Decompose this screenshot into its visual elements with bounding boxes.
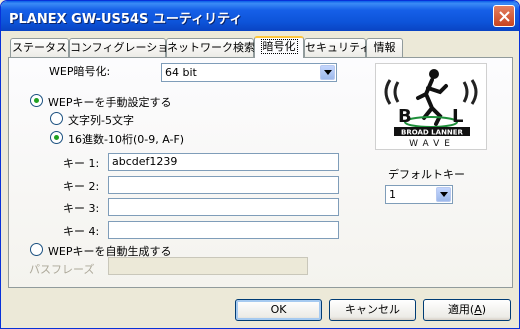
hex-key-radio[interactable] — [50, 131, 63, 144]
key1-label: キー 1: — [63, 157, 100, 170]
key3-input[interactable] — [108, 198, 339, 216]
key2-input[interactable] — [108, 176, 339, 194]
tab-configuration[interactable]: コンフィグレーション — [69, 38, 179, 57]
apply-accelerator: A — [474, 303, 482, 316]
chevron-down-icon — [324, 70, 332, 75]
radio-selected-dot — [54, 135, 59, 140]
tab-status[interactable]: ステータス — [10, 38, 69, 57]
close-button[interactable] — [493, 5, 515, 27]
radio-selected-dot — [34, 98, 39, 103]
key4-input[interactable] — [108, 221, 339, 239]
close-icon — [499, 11, 510, 22]
tab-label: セキュリティ — [305, 41, 371, 54]
tab-encryption[interactable]: 暗号化 — [254, 36, 304, 58]
tab-label: ステータス — [12, 41, 67, 54]
wep-encryption-select[interactable]: 64 bit — [161, 63, 337, 82]
auto-wep-radio[interactable] — [30, 243, 43, 256]
tab-info[interactable]: 情報 — [366, 38, 403, 57]
cancel-button[interactable]: キャンセル — [329, 299, 416, 321]
window-title: PLANEX GW-US54S ユーティリティ — [9, 12, 243, 27]
manual-wep-radio[interactable] — [30, 94, 43, 107]
dropdown-button[interactable] — [436, 187, 451, 202]
key3-label: キー 3: — [63, 202, 100, 215]
default-key-label: デフォルトキー — [388, 168, 465, 181]
tab-security[interactable]: セキュリティ — [304, 38, 370, 57]
ascii-key-label: 文字列-5文字 — [68, 114, 134, 127]
logo-letter-l: L — [452, 106, 463, 127]
runner-logo-icon: B L BROAD LANNER WAVE — [384, 69, 478, 149]
passphrase-label: パスフレーズ — [29, 263, 95, 276]
manual-wep-label: WEPキーを手動設定する — [48, 96, 172, 109]
wep-encryption-label: WEP暗号化: — [49, 65, 111, 78]
tab-label: コンフィグレーション — [70, 41, 180, 54]
key2-label: キー 2: — [63, 180, 100, 193]
wep-encryption-value: 64 bit — [165, 66, 197, 79]
key1-input[interactable]: abcdef1239 — [108, 153, 339, 171]
tab-label: ネットワーク検索 — [167, 41, 255, 54]
ok-button[interactable]: OK — [235, 299, 322, 321]
tab-label: 情報 — [373, 41, 396, 54]
apply-button[interactable]: 適用(A) — [423, 299, 511, 321]
apply-label-end: ) — [481, 303, 487, 316]
dropdown-button[interactable] — [320, 65, 335, 80]
logo-text-2: WAVE — [409, 139, 455, 149]
logo-text-1: BROAD LANNER — [401, 129, 464, 137]
default-key-value: 1 — [389, 188, 396, 201]
tab-network-search[interactable]: ネットワーク検索 — [166, 38, 255, 57]
planex-logo: B L BROAD LANNER WAVE — [375, 63, 487, 150]
default-key-select[interactable]: 1 — [385, 185, 453, 204]
key4-label: キー 4: — [63, 225, 100, 238]
apply-label: 適用( — [447, 303, 475, 316]
title-bar[interactable]: PLANEX GW-US54S ユーティリティ — [1, 1, 519, 31]
chevron-down-icon — [440, 192, 448, 197]
ascii-key-radio[interactable] — [50, 112, 63, 125]
tab-label: 暗号化 — [260, 39, 298, 54]
passphrase-input[interactable] — [108, 257, 308, 275]
utility-dialog: PLANEX GW-US54S ユーティリティ ステータス コンフィグレーション… — [0, 0, 520, 329]
logo-letter-b: B — [398, 106, 412, 127]
hex-key-label: 16進数-10桁(0-9, A-F) — [68, 133, 185, 146]
